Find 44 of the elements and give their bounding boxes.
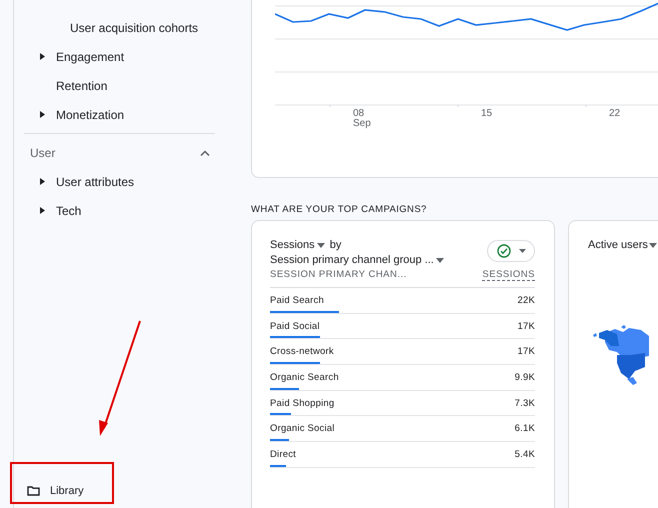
dropdown-icon (316, 242, 325, 248)
table-cell: 5.4K (514, 449, 535, 460)
nav-item[interactable]: Engagement (14, 42, 232, 71)
axis-label: 15 (481, 109, 492, 119)
table-cell: 22K (517, 295, 535, 306)
table-cell: 6.1K (514, 423, 535, 434)
column-header[interactable]: SESSIONS (482, 269, 535, 281)
table-cell: Cross-network (270, 346, 334, 358)
nav-item[interactable]: User acquisition cohorts (14, 13, 232, 42)
table-cell: 17K (517, 320, 535, 332)
section-title: WHAT ARE YOUR TOP CAMPAIGNS? (251, 204, 428, 215)
dropdown-icon (648, 242, 657, 248)
nav-item[interactable]: User attributes (14, 167, 232, 196)
caret-icon (40, 207, 45, 214)
caret-icon (40, 53, 45, 60)
title-text: by (328, 239, 342, 251)
compare-button[interactable] (487, 240, 535, 262)
check-circle-icon (496, 244, 510, 258)
axis-label: Sep (353, 119, 371, 129)
table-cell: 7.3K (514, 398, 535, 409)
axis-label: 22 (609, 109, 620, 119)
dimension-selector[interactable]: Session primary channel group ... (270, 254, 434, 266)
caret-icon (40, 111, 45, 118)
nav-item[interactable]: Tech (14, 196, 232, 225)
table-cell: Paid Shopping (270, 398, 334, 409)
table-cell: Paid Search (270, 295, 324, 306)
table-cell: 17K (517, 346, 535, 358)
table-cell: 9.9K (514, 372, 535, 384)
table-cell: Direct (270, 449, 296, 460)
section-header[interactable]: User (14, 138, 232, 167)
library-link[interactable]: Library (14, 480, 232, 502)
axis-label: 08 (353, 109, 366, 119)
nav-item[interactable]: Retention (14, 71, 232, 100)
table-cell: Organic Search (270, 372, 339, 384)
caret-icon (518, 249, 526, 253)
table-cell: Paid Social (270, 320, 320, 332)
caret-icon (40, 178, 45, 185)
column-header: SESSION PRIMARY CHAN... (270, 269, 407, 281)
dropdown-icon (436, 258, 444, 262)
table-cell: Organic Social (270, 423, 335, 434)
nav-item[interactable]: Monetization (14, 100, 232, 129)
metric-selector[interactable]: Sessions (270, 239, 315, 251)
metric-selector[interactable]: Active users (588, 239, 648, 251)
folder-icon (27, 486, 40, 496)
